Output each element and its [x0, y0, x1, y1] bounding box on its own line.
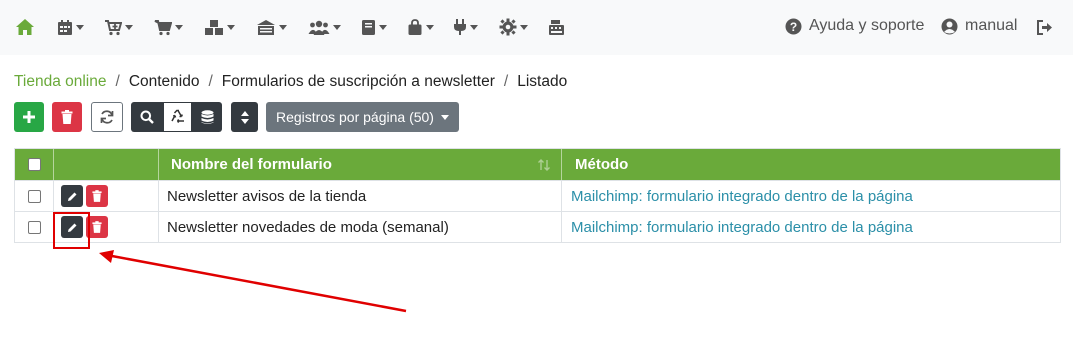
annotation-arrow — [99, 250, 407, 313]
